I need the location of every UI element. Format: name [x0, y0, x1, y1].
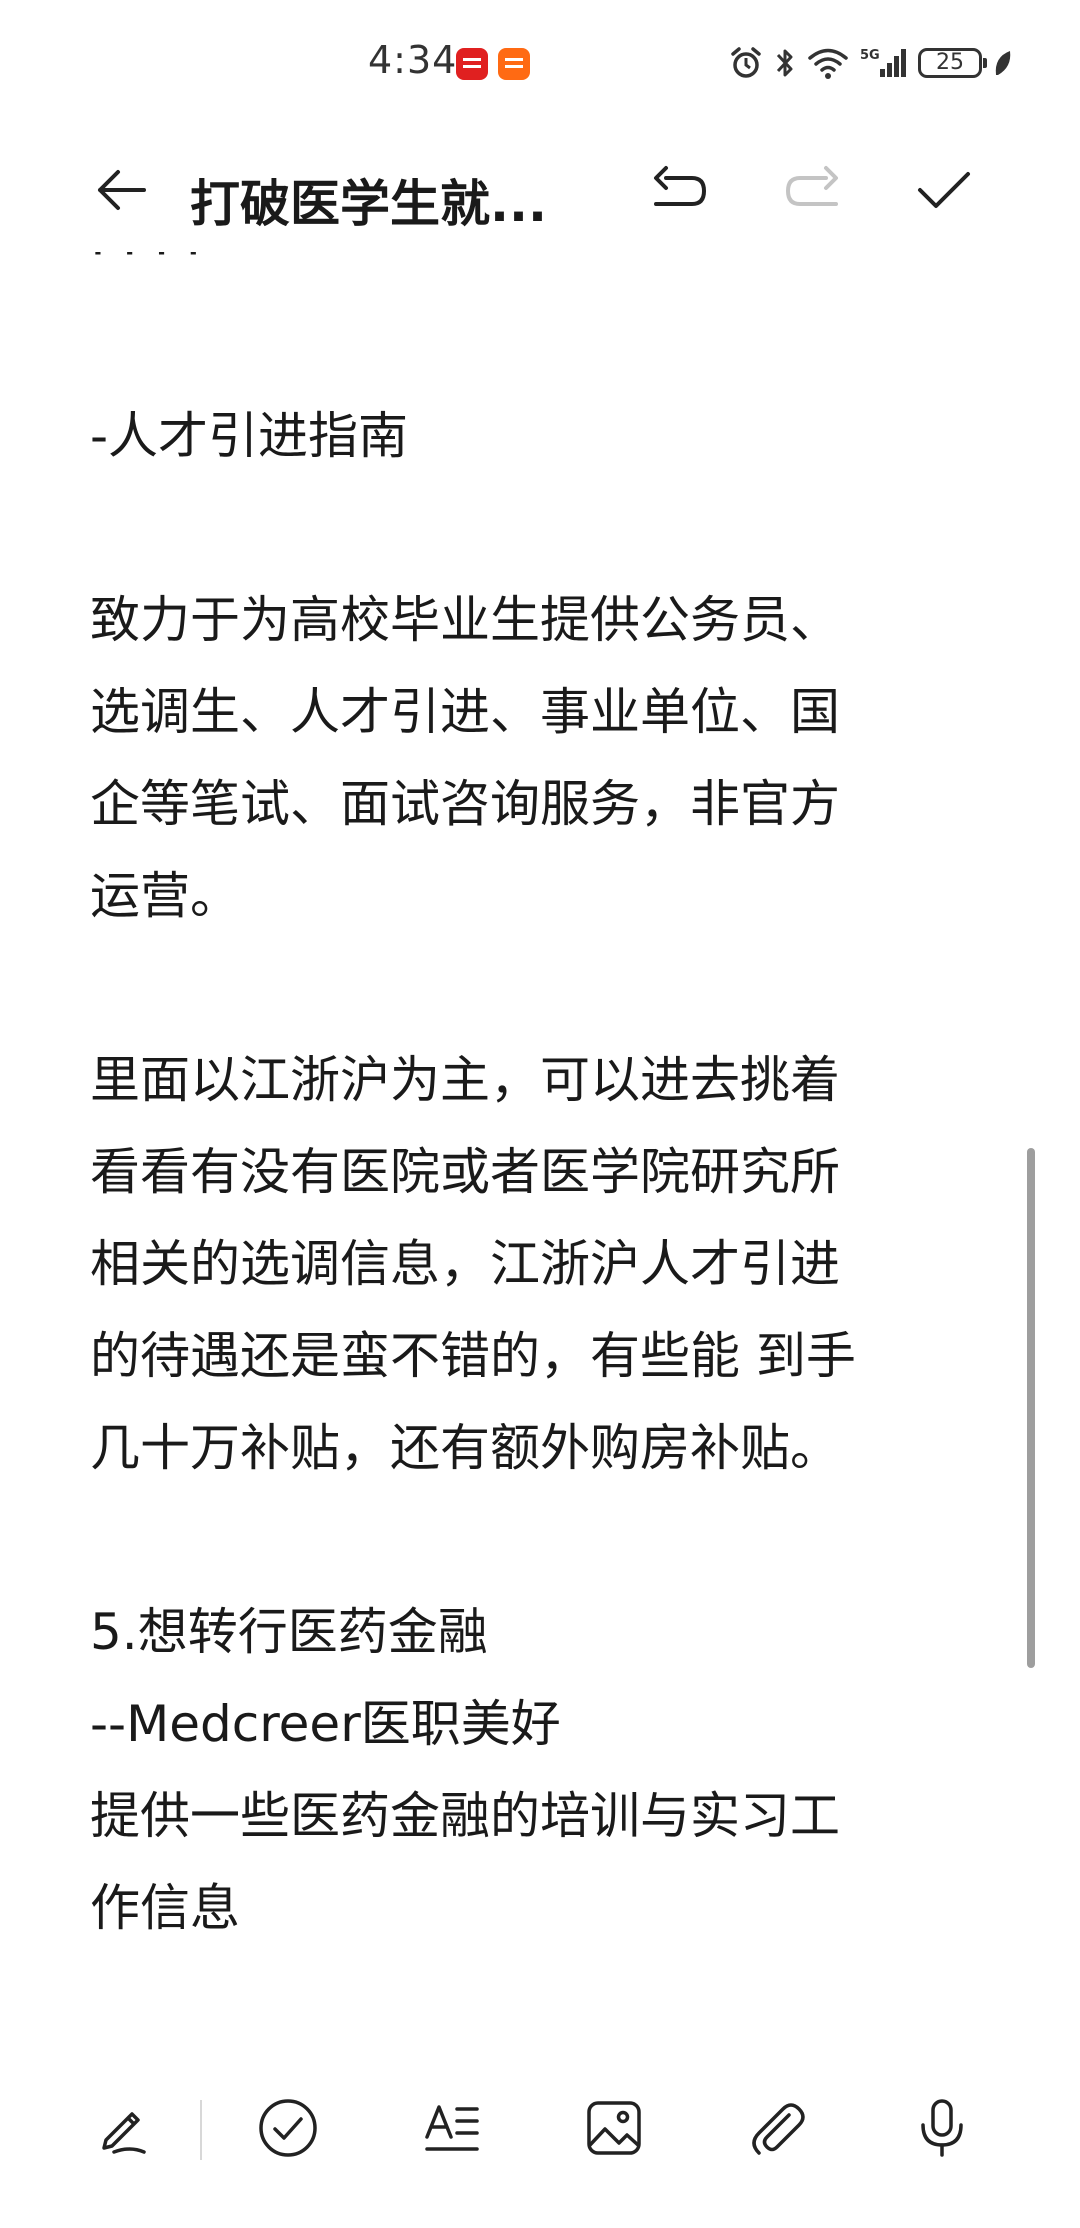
- text-line: 里面以江浙沪为主，可以进去挑着: [90, 1051, 840, 1109]
- redo-icon: [786, 166, 838, 206]
- taobao-notification-icon: [498, 48, 530, 80]
- vertical-scrollbar[interactable]: [1027, 1148, 1035, 1668]
- checkmark-icon: [918, 172, 970, 208]
- paragraph-jiangzhehu-info: 里面以江浙沪为主，可以进去挑着 看看有没有医院或者医学院研究所 相关的选调信息，…: [90, 1034, 990, 1494]
- bottom-toolbar: [0, 2064, 1080, 2194]
- text-line: 5.想转行医药金融: [90, 1603, 488, 1661]
- alarm-icon: [731, 47, 761, 78]
- title-bar: 打破医学生就...: [0, 126, 1080, 252]
- network-type-label: 5G: [860, 48, 880, 63]
- text-line: 企等笔试、面试咨询服务，非官方: [90, 775, 840, 833]
- text-line: 几十万补贴，还有额外购房补贴。: [90, 1419, 840, 1477]
- text-format-icon: [425, 2105, 479, 2151]
- pen-icon: [102, 2112, 146, 2154]
- redo-button[interactable]: [776, 154, 848, 226]
- text-line: 看看有没有医院或者医学院研究所: [90, 1143, 840, 1201]
- status-right-group: 5G 25: [728, 40, 1014, 86]
- text-line: 作信息: [90, 1879, 240, 1937]
- text-line: 的待遇还是蛮不错的，有些能 到手: [90, 1327, 856, 1385]
- text-line: -人才引进指南: [90, 407, 409, 465]
- text-line: 致力于为高校毕业生提供公务员、: [90, 591, 840, 649]
- note-body-editor[interactable]: · · · · -人才引进指南 致力于为高校毕业生提供公务员、 选调生、人才引进…: [90, 252, 990, 2032]
- status-bar: 4:34 5G 25: [0, 0, 1080, 126]
- bluetooth-icon: [776, 49, 793, 77]
- back-button[interactable]: [86, 154, 158, 226]
- text-format-button[interactable]: [410, 2086, 494, 2170]
- text-line: 相关的选调信息，江浙沪人才引进: [90, 1235, 840, 1293]
- handwriting-button[interactable]: [82, 2086, 166, 2170]
- paragraph-talent-guide: -人才引进指南: [90, 390, 990, 482]
- status-time: 4:34: [368, 38, 458, 82]
- microphone-icon: [921, 2099, 963, 2157]
- arrow-left-icon: [98, 170, 146, 210]
- text-line: --Medcreer医职美好: [90, 1695, 561, 1753]
- battery-indicator: 25: [918, 48, 987, 78]
- signal-icon: 5G: [860, 48, 906, 77]
- note-editor-screen: 4:34 5G 25 打破医学生就... · · · · -人才引进指南 致力于…: [0, 0, 1080, 2228]
- toolbar-divider: [200, 2100, 202, 2160]
- power-saving-leaf-icon: [995, 51, 1011, 75]
- paperclip-icon: [752, 2103, 805, 2155]
- undo-button[interactable]: [644, 154, 716, 226]
- text-line: 选调生、人才引进、事业单位、国: [90, 683, 840, 741]
- check-circle-icon: [259, 2099, 317, 2157]
- clipped-text-line: · · · ·: [90, 252, 202, 281]
- paragraph-service-intro: 致力于为高校毕业生提供公务员、 选调生、人才引进、事业单位、国 企等笔试、面试咨…: [90, 574, 990, 942]
- wifi-icon: [808, 48, 848, 79]
- attachment-button[interactable]: [736, 2086, 820, 2170]
- note-title: 打破医学生就...: [190, 175, 547, 233]
- done-button[interactable]: [908, 154, 980, 226]
- huawei-store-notification-icon: [456, 48, 488, 80]
- checklist-button[interactable]: [246, 2086, 330, 2170]
- voice-input-button[interactable]: [900, 2086, 984, 2170]
- paragraph-medical-finance: 5.想转行医药金融 --Medcreer医职美好 提供一些医药金融的培训与实习工…: [90, 1586, 990, 1954]
- image-icon: [587, 2101, 641, 2155]
- text-line: 提供一些医药金融的培训与实习工: [90, 1787, 840, 1845]
- text-line: 运营。: [90, 867, 240, 925]
- undo-icon: [654, 166, 706, 206]
- insert-image-button[interactable]: [572, 2086, 656, 2170]
